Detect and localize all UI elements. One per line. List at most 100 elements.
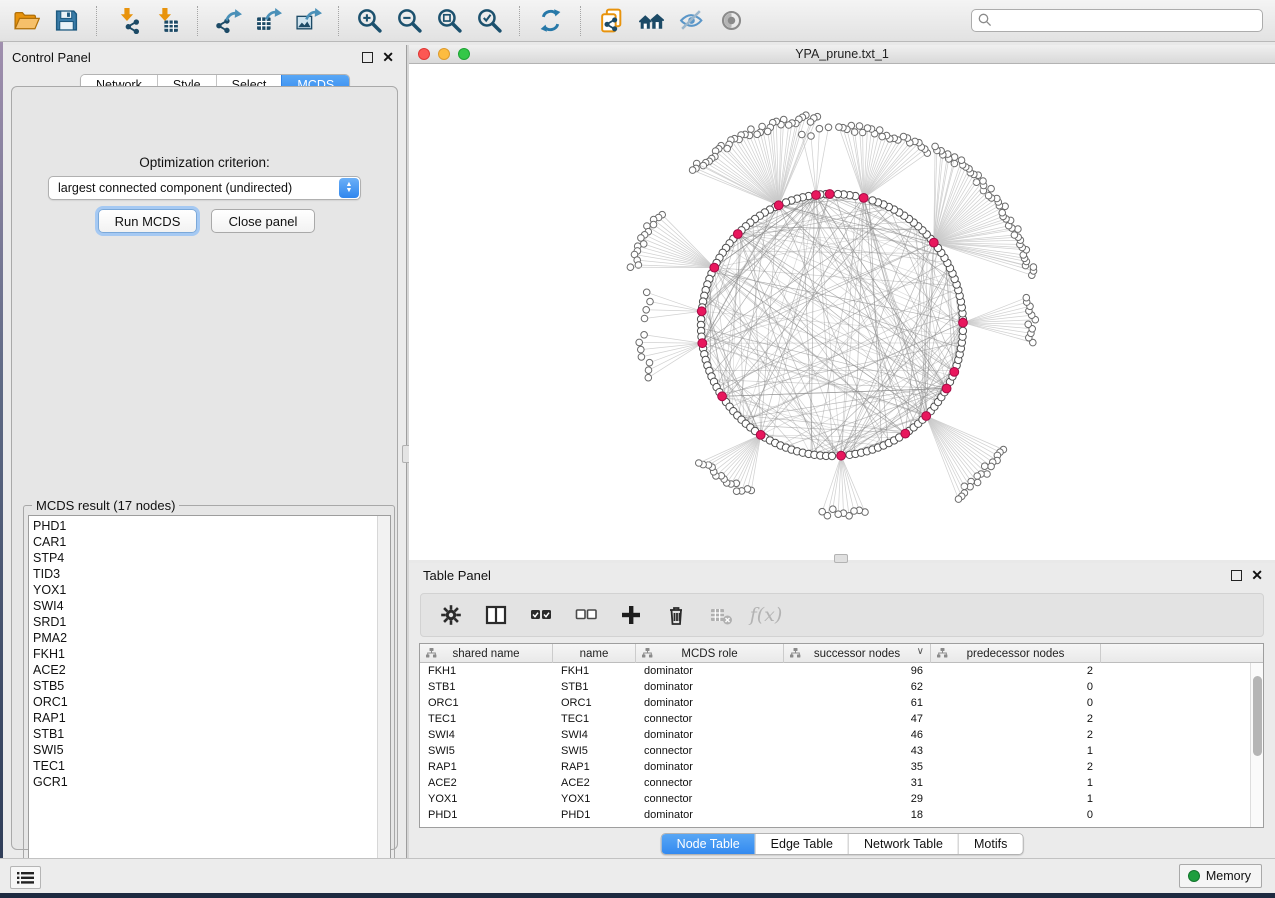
mcds-result-item[interactable]: SWI5 bbox=[33, 742, 377, 758]
column-header-predecessor-nodes[interactable]: predecessor nodes bbox=[931, 644, 1101, 663]
cell-successor-nodes: 31 bbox=[784, 777, 931, 789]
mcds-result-item[interactable]: ORC1 bbox=[33, 694, 377, 710]
table-scrollbar[interactable] bbox=[1250, 663, 1263, 827]
network-node[interactable] bbox=[834, 190, 841, 197]
export-network-button[interactable] bbox=[208, 3, 248, 39]
mcds-result-list[interactable]: PHD1CAR1STP4TID3YOX1SWI4SRD1PMA2FKH1ACE2… bbox=[28, 515, 391, 873]
network-canvas[interactable] bbox=[409, 64, 1275, 560]
table-row[interactable]: SWI5SWI5connector431 bbox=[420, 743, 1250, 759]
mcds-result-item[interactable]: GCR1 bbox=[33, 774, 377, 790]
search-input[interactable] bbox=[971, 9, 1263, 32]
tab-network-table[interactable]: Network Table bbox=[848, 834, 958, 854]
mcds-result-item[interactable]: SRD1 bbox=[33, 614, 377, 630]
hide-details-button[interactable] bbox=[671, 3, 711, 39]
close-icon[interactable]: ✕ bbox=[382, 52, 394, 63]
column-header-successor-nodes[interactable]: successor nodes∨ bbox=[784, 644, 931, 663]
zoom-fit-button[interactable] bbox=[429, 3, 469, 39]
mcds-node[interactable] bbox=[812, 191, 821, 200]
table-row[interactable]: RAP1RAP1dominator352 bbox=[420, 759, 1250, 775]
task-history-button[interactable] bbox=[10, 866, 41, 889]
clone-network-button[interactable] bbox=[591, 3, 631, 39]
mcds-result-item[interactable]: RAP1 bbox=[33, 710, 377, 726]
delete-column-button[interactable] bbox=[662, 600, 690, 630]
export-table-button[interactable] bbox=[248, 3, 288, 39]
select-all-button[interactable] bbox=[527, 600, 555, 630]
mcds-node[interactable] bbox=[697, 307, 706, 316]
mcds-result-scrollbar[interactable] bbox=[377, 516, 390, 872]
mcds-result-item[interactable]: CAR1 bbox=[33, 534, 377, 550]
deselect-all-button[interactable] bbox=[572, 600, 600, 630]
tab-edge-table[interactable]: Edge Table bbox=[755, 834, 848, 854]
network-node[interactable] bbox=[869, 197, 876, 204]
zoom-selected-button[interactable] bbox=[469, 3, 509, 39]
mcds-result-item[interactable]: PMA2 bbox=[33, 630, 377, 646]
mcds-node[interactable] bbox=[733, 230, 742, 239]
mcds-node[interactable] bbox=[859, 194, 868, 203]
toolbar-separator bbox=[96, 6, 97, 36]
table-row[interactable]: YOX1YOX1connector291 bbox=[420, 791, 1250, 807]
mcds-node[interactable] bbox=[922, 412, 931, 421]
mcds-result-item[interactable]: FKH1 bbox=[33, 646, 377, 662]
import-table-button[interactable] bbox=[147, 3, 187, 39]
table-row[interactable]: STB1STB1dominator620 bbox=[420, 679, 1250, 695]
close-panel-button[interactable]: Close panel bbox=[211, 209, 315, 233]
refresh-layout-button[interactable] bbox=[530, 3, 570, 39]
table-row[interactable]: ORC1ORC1dominator610 bbox=[420, 695, 1250, 711]
zoom-in-button[interactable] bbox=[349, 3, 389, 39]
close-icon[interactable]: ✕ bbox=[1251, 570, 1263, 581]
mcds-node[interactable] bbox=[929, 238, 938, 247]
mcds-result-item[interactable]: YOX1 bbox=[33, 582, 377, 598]
column-header-name[interactable]: name bbox=[553, 644, 636, 663]
mcds-node[interactable] bbox=[825, 190, 834, 199]
mcds-node[interactable] bbox=[718, 392, 727, 401]
mcds-result-item[interactable]: PHD1 bbox=[33, 518, 377, 534]
mcds-node[interactable] bbox=[959, 318, 968, 327]
network-view-titlebar[interactable]: YPA_prune.txt_1 bbox=[409, 45, 1275, 64]
zoom-out-button[interactable] bbox=[389, 3, 429, 39]
save-session-button[interactable] bbox=[46, 3, 86, 39]
show-details-button[interactable] bbox=[711, 3, 751, 39]
table-row[interactable]: PHD1PHD1dominator180 bbox=[420, 807, 1250, 823]
table-scrollbar-thumb[interactable] bbox=[1253, 676, 1262, 756]
mcds-node[interactable] bbox=[950, 368, 959, 377]
mcds-result-item[interactable]: TEC1 bbox=[33, 758, 377, 774]
table-row[interactable]: FKH1FKH1dominator962 bbox=[420, 663, 1250, 679]
toolbar-separator bbox=[519, 6, 520, 36]
float-icon[interactable] bbox=[362, 52, 373, 63]
mcds-result-item[interactable]: SWI4 bbox=[33, 598, 377, 614]
float-icon[interactable] bbox=[1231, 570, 1242, 581]
mcds-node[interactable] bbox=[756, 431, 765, 440]
export-image-button[interactable] bbox=[288, 3, 328, 39]
criterion-dropdown[interactable]: largest connected component (undirected)… bbox=[48, 176, 361, 200]
mcds-node[interactable] bbox=[710, 263, 719, 272]
column-header-MCDS-role[interactable]: MCDS role bbox=[636, 644, 784, 663]
tab-motifs[interactable]: Motifs bbox=[958, 834, 1022, 854]
horizontal-splitter-handle[interactable] bbox=[834, 554, 848, 563]
mcds-node[interactable] bbox=[837, 451, 846, 460]
add-column-button[interactable] bbox=[617, 600, 645, 630]
open-session-button[interactable] bbox=[6, 3, 46, 39]
column-header-shared-name[interactable]: shared name bbox=[420, 644, 553, 663]
network-node[interactable] bbox=[828, 452, 835, 459]
mcds-node[interactable] bbox=[698, 339, 707, 348]
mcds-node[interactable] bbox=[901, 429, 910, 438]
network-node[interactable] bbox=[959, 327, 966, 334]
table-row[interactable]: ACE2ACE2connector311 bbox=[420, 775, 1250, 791]
settings-gear-button[interactable] bbox=[437, 600, 465, 630]
import-network-button[interactable] bbox=[107, 3, 147, 39]
memory-button[interactable]: Memory bbox=[1179, 864, 1262, 888]
mcds-result-item[interactable]: STB5 bbox=[33, 678, 377, 694]
split-panel-button[interactable] bbox=[482, 600, 510, 630]
network-overview-button[interactable] bbox=[631, 3, 671, 39]
mcds-result-item[interactable]: STP4 bbox=[33, 550, 377, 566]
mcds-result-item[interactable]: TID3 bbox=[33, 566, 377, 582]
tab-node-table[interactable]: Node Table bbox=[662, 834, 755, 854]
mcds-result-item[interactable]: STB1 bbox=[33, 726, 377, 742]
mcds-node[interactable] bbox=[774, 201, 783, 210]
table-row[interactable]: SWI4SWI4dominator462 bbox=[420, 727, 1250, 743]
table-row[interactable]: TEC1TEC1connector472 bbox=[420, 711, 1250, 727]
mcds-node[interactable] bbox=[942, 384, 951, 393]
mcds-result-item[interactable]: ACE2 bbox=[33, 662, 377, 678]
run-mcds-button[interactable]: Run MCDS bbox=[98, 209, 197, 233]
cell-shared-name: ACE2 bbox=[420, 777, 553, 789]
